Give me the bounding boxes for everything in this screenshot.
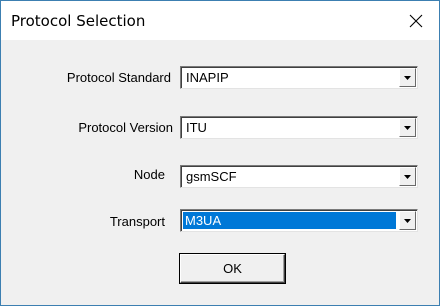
- transport-value: M3UA: [182, 211, 397, 230]
- protocol-standard-combobox[interactable]: INAPIP: [180, 66, 418, 89]
- node-value: gsmSCF: [186, 169, 237, 184]
- close-button[interactable]: [393, 1, 439, 40]
- protocol-selection-dialog: Protocol Selection Protocol Standard INA…: [0, 0, 440, 306]
- chevron-down-icon: [404, 218, 411, 223]
- node-label: Node: [133, 167, 165, 182]
- transport-label: Transport: [109, 214, 165, 229]
- node-combobox[interactable]: gsmSCF: [180, 165, 418, 188]
- chevron-down-icon: [404, 174, 411, 179]
- ok-button[interactable]: OK: [180, 254, 285, 283]
- title-bar: Protocol Selection: [1, 1, 439, 40]
- node-dropdown-button[interactable]: [399, 167, 416, 186]
- chevron-down-icon: [404, 75, 411, 80]
- protocol-version-dropdown-button[interactable]: [399, 118, 416, 137]
- protocol-standard-label: Protocol Standard: [66, 70, 171, 85]
- protocol-version-label: Protocol Version: [78, 120, 173, 135]
- protocol-version-combobox[interactable]: ITU: [180, 116, 418, 139]
- protocol-standard-dropdown-button[interactable]: [399, 68, 416, 87]
- transport-dropdown-button[interactable]: [399, 211, 416, 230]
- window-title: Protocol Selection: [11, 12, 146, 30]
- transport-combobox[interactable]: M3UA: [180, 209, 418, 232]
- chevron-down-icon: [404, 125, 411, 130]
- close-icon: [409, 14, 423, 27]
- protocol-version-value: ITU: [186, 120, 207, 135]
- protocol-standard-value: INAPIP: [186, 70, 229, 85]
